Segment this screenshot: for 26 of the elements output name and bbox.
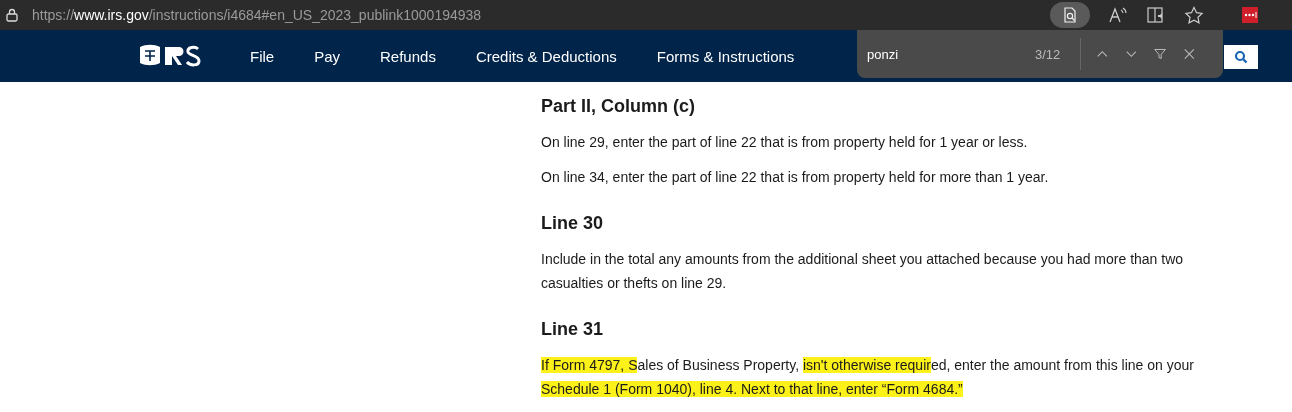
- close-icon[interactable]: [1184, 47, 1195, 61]
- nav-link[interactable]: File: [250, 47, 275, 65]
- paragraph: Include in the total any amounts from the additional sheet you attached because you had more than two casualties or thefts on line 29.: [541, 250, 1185, 293]
- search-button[interactable]: [1224, 45, 1258, 69]
- search-icon: [1234, 50, 1248, 64]
- filter-icon[interactable]: [1154, 46, 1167, 62]
- nav-link[interactable]: Pay: [314, 47, 341, 65]
- favorite-star-icon[interactable]: [1184, 6, 1204, 24]
- section-heading: Line 31: [541, 318, 605, 341]
- reader-view-icon[interactable]: [1146, 6, 1166, 24]
- nav-link[interactable]: Credits & Deductions: [475, 47, 617, 65]
- find-input[interactable]: ponzi: [867, 46, 1017, 62]
- section-heading: Part II, Column (c): [541, 95, 696, 118]
- extension-icon[interactable]: [1242, 7, 1258, 23]
- read-aloud-icon[interactable]: [1108, 6, 1128, 24]
- nav-link[interactable]: Forms & Instructions: [656, 47, 795, 65]
- lock-icon: [6, 8, 18, 22]
- paragraph: On line 29, enter the part of line 22 that is from property held for 1 year or less.: [541, 133, 1029, 152]
- previous-match-icon[interactable]: [1097, 49, 1108, 59]
- find-in-page-icon[interactable]: [1050, 2, 1090, 28]
- next-match-icon[interactable]: [1125, 49, 1137, 59]
- section-heading: Line 30: [541, 212, 605, 235]
- paragraph: On line 34, enter the part of line 22 that is from property held for more than 1 year.: [541, 168, 1050, 187]
- match-count: 3/12: [1035, 46, 1061, 62]
- nav-link[interactable]: Refunds: [380, 47, 436, 65]
- url-text[interactable]: https://www.irs.gov/instructions/i4684#en_US_2023_publink1000194938: [32, 7, 482, 23]
